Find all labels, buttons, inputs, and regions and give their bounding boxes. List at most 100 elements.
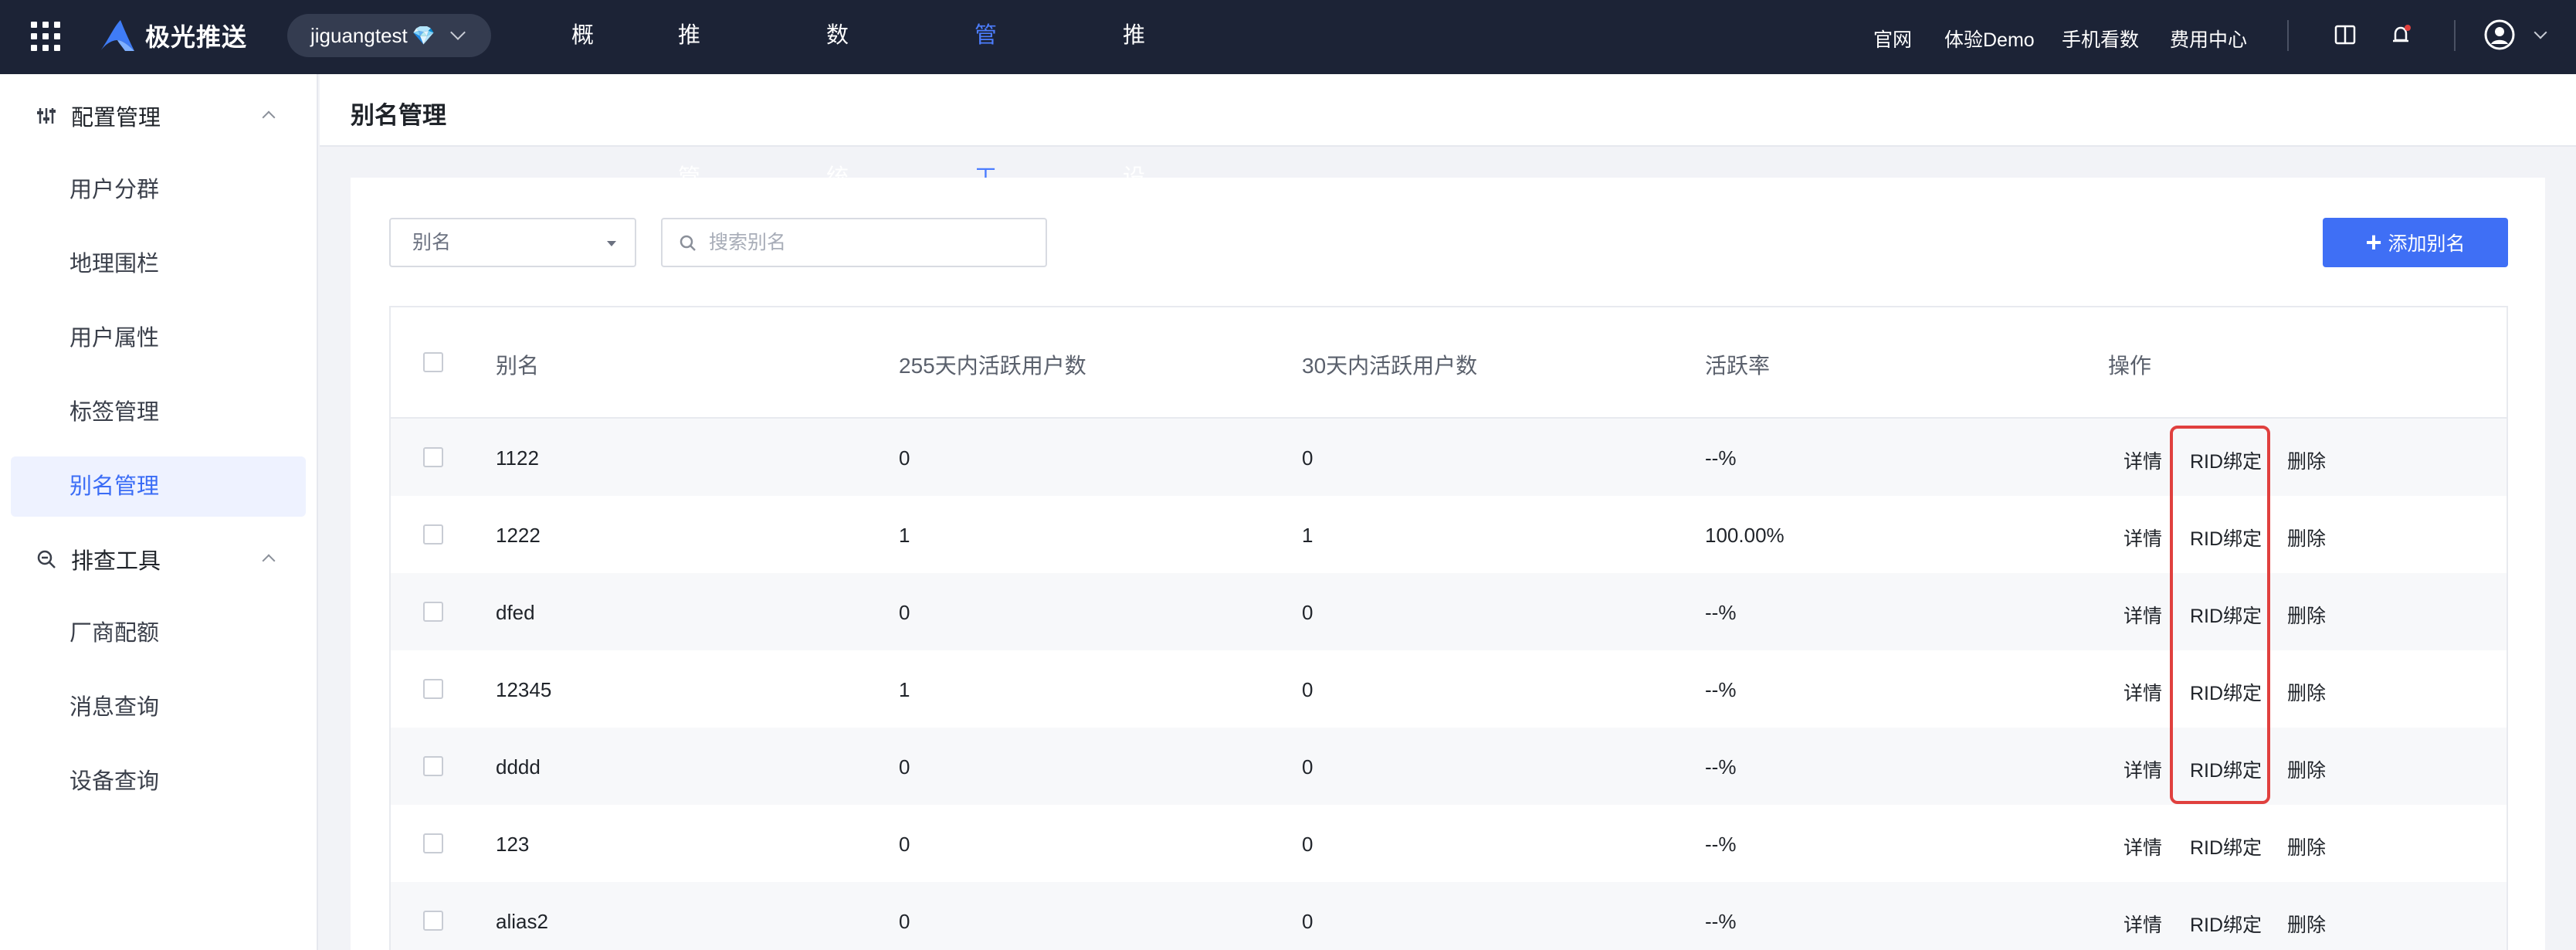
- detail-link[interactable]: 详情: [2124, 910, 2162, 938]
- sidebar-item-user-segments[interactable]: 用户分群: [11, 160, 306, 220]
- chevron-down-icon[interactable]: [2534, 25, 2547, 39]
- cell-alias: 12345: [496, 678, 552, 701]
- divider: [2454, 20, 2456, 51]
- detail-link[interactable]: 详情: [2124, 446, 2162, 474]
- caret-down-icon: [607, 241, 616, 246]
- search-box[interactable]: [661, 218, 1047, 267]
- rid-bind-link[interactable]: RID绑定: [2190, 755, 2262, 783]
- table-row: alias2 0 0 --% 详情 RID绑定 删除: [391, 882, 2507, 950]
- content-card: 别名 + 添加别名 别名 255天内活跃用户数 30天内活跃用户数 活跃率 操作…: [351, 178, 2545, 950]
- cell-active-rate: --%: [1705, 910, 1737, 933]
- sidebar-group-label: 配置管理: [71, 106, 161, 131]
- plus-icon: +: [2365, 226, 2382, 258]
- sidebar: 配置管理 用户分群 地理围栏 用户属性 标签管理 别名管理 排查工具 厂商配额 …: [0, 74, 318, 950]
- rid-bind-link[interactable]: RID绑定: [2190, 678, 2262, 706]
- vip-gem-icon: 💎: [412, 25, 436, 46]
- chevron-up-icon: [262, 110, 276, 124]
- column-header-active-30d: 30天内活跃用户数: [1302, 354, 1478, 378]
- nav-push-management[interactable]: 推送管理: [678, 0, 700, 261]
- cell-active-30d: 0: [1302, 678, 1313, 701]
- account-name: jiguangtest: [310, 23, 408, 47]
- delete-link[interactable]: 删除: [2287, 446, 2326, 474]
- table-row: dddd 0 0 --% 详情 RID绑定 删除: [391, 728, 2507, 805]
- sidebar-item-geofence[interactable]: 地理围栏: [11, 234, 306, 294]
- sidebar-item-user-attributes[interactable]: 用户属性: [11, 308, 306, 368]
- delete-link[interactable]: 删除: [2287, 678, 2326, 706]
- row-checkbox[interactable]: [423, 602, 443, 622]
- delete-link[interactable]: 删除: [2287, 601, 2326, 629]
- row-checkbox[interactable]: [423, 911, 443, 931]
- cell-active-255d: 0: [899, 833, 910, 856]
- cell-active-255d: 1: [899, 678, 910, 701]
- detail-link[interactable]: 详情: [2124, 833, 2162, 860]
- sidebar-item-device-query[interactable]: 设备查询: [11, 752, 306, 812]
- nav-overview[interactable]: 概况: [571, 0, 594, 119]
- cell-active-rate: 100.00%: [1705, 524, 1785, 547]
- table-row: dfed 0 0 --% 详情 RID绑定 删除: [391, 573, 2507, 650]
- delete-link[interactable]: 删除: [2287, 910, 2326, 938]
- row-checkbox[interactable]: [423, 756, 443, 776]
- sidebar-item-vendor-quota[interactable]: 厂商配额: [11, 603, 306, 663]
- column-header-active-rate: 活跃率: [1705, 354, 1771, 378]
- account-switcher[interactable]: jiguangtest 💎: [287, 14, 491, 57]
- app-grid-icon[interactable]: [31, 22, 60, 51]
- book-icon[interactable]: [2334, 23, 2357, 46]
- nav-management-tools[interactable]: 管理工具: [974, 0, 997, 261]
- sidebar-item-alias-management[interactable]: 别名管理: [11, 456, 306, 517]
- cell-active-30d: 0: [1302, 755, 1313, 779]
- nav-push-settings[interactable]: 推送设置: [1123, 0, 1145, 261]
- detail-link[interactable]: 详情: [2124, 601, 2162, 629]
- link-billing[interactable]: 费用中心: [2170, 25, 2247, 53]
- column-header-actions: 操作: [2108, 354, 2152, 378]
- chevron-up-icon: [262, 554, 276, 568]
- brand-name: 极光推送: [145, 23, 248, 51]
- logo[interactable]: 极光推送: [97, 17, 247, 54]
- cell-active-255d: 0: [899, 601, 910, 624]
- delete-link[interactable]: 删除: [2287, 833, 2326, 860]
- cell-active-255d: 0: [899, 910, 910, 933]
- delete-link[interactable]: 删除: [2287, 755, 2326, 783]
- filter-select-value: 别名: [412, 232, 452, 253]
- cell-alias: 123: [496, 833, 530, 856]
- table-row: 1122 0 0 --% 详情 RID绑定 删除: [391, 419, 2507, 496]
- rid-bind-link[interactable]: RID绑定: [2190, 601, 2262, 629]
- page-title: 别名管理: [351, 102, 446, 129]
- filter-select[interactable]: 别名: [389, 218, 636, 267]
- cell-active-30d: 0: [1302, 910, 1313, 933]
- sidebar-group-troubleshoot[interactable]: 排查工具: [0, 536, 318, 582]
- nav-data-statistics[interactable]: 数据统计: [826, 0, 849, 261]
- rid-bind-link[interactable]: RID绑定: [2190, 833, 2262, 860]
- sidebar-group-config[interactable]: 配置管理: [0, 93, 318, 139]
- delete-link[interactable]: 删除: [2287, 524, 2326, 551]
- row-checkbox[interactable]: [423, 524, 443, 545]
- cell-active-30d: 0: [1302, 601, 1313, 624]
- cell-alias: dfed: [496, 601, 535, 624]
- row-checkbox[interactable]: [423, 679, 443, 699]
- user-avatar-icon[interactable]: [2483, 19, 2516, 51]
- rid-bind-link[interactable]: RID绑定: [2190, 446, 2262, 474]
- detail-link[interactable]: 详情: [2124, 524, 2162, 551]
- link-official-site[interactable]: 官网: [1873, 25, 1912, 53]
- table-row: 123 0 0 --% 详情 RID绑定 删除: [391, 805, 2507, 882]
- row-checkbox[interactable]: [423, 833, 443, 853]
- cell-alias: alias2: [496, 910, 548, 933]
- add-alias-button[interactable]: + 添加别名: [2323, 218, 2508, 267]
- rid-bind-link[interactable]: RID绑定: [2190, 910, 2262, 938]
- cell-active-rate: --%: [1705, 755, 1737, 779]
- table-header: 别名 255天内活跃用户数 30天内活跃用户数 活跃率 操作: [391, 307, 2507, 419]
- link-mobile-view[interactable]: 手机看数: [2062, 25, 2139, 53]
- detail-link[interactable]: 详情: [2124, 755, 2162, 783]
- cell-active-255d: 0: [899, 755, 910, 779]
- row-checkbox[interactable]: [423, 447, 443, 467]
- column-header-active-255d: 255天内活跃用户数: [899, 354, 1086, 378]
- sidebar-item-tag-management[interactable]: 标签管理: [11, 382, 306, 443]
- search-input[interactable]: [709, 227, 1033, 258]
- select-all-checkbox[interactable]: [423, 352, 443, 372]
- sidebar-item-message-query[interactable]: 消息查询: [11, 677, 306, 738]
- detail-link[interactable]: 详情: [2124, 678, 2162, 706]
- bell-icon[interactable]: [2389, 23, 2414, 48]
- link-demo[interactable]: 体验Demo: [1944, 25, 2035, 53]
- cell-alias: 1222: [496, 524, 541, 547]
- rid-bind-link[interactable]: RID绑定: [2190, 524, 2262, 551]
- chevron-down-icon: [449, 25, 466, 40]
